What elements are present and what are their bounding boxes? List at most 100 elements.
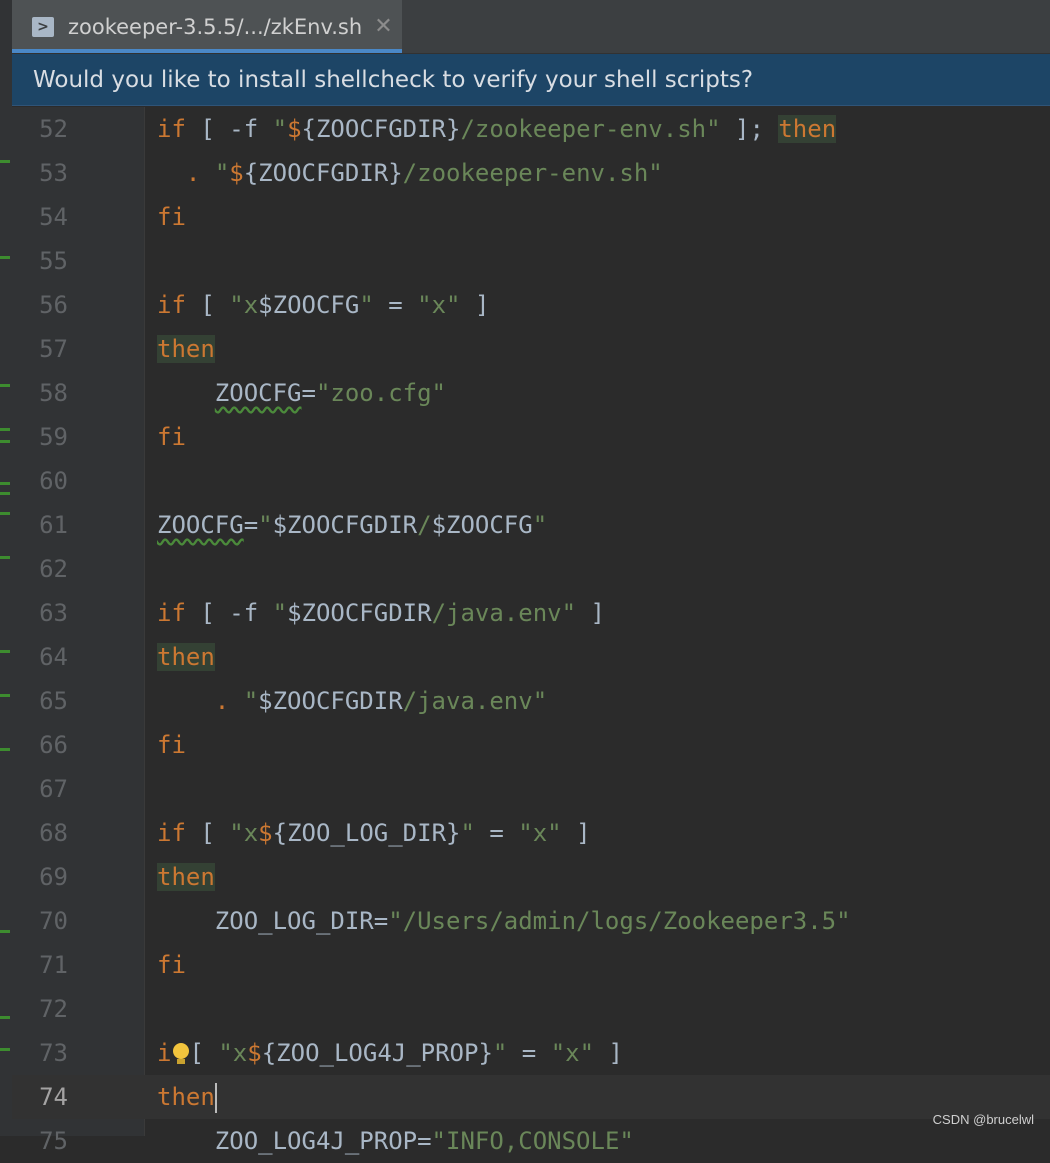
line-number: 64 (39, 643, 68, 671)
code-token: {ZOOCFGDIR} (301, 115, 461, 143)
code-line[interactable]: 52 if [ -f "${ZOOCFGDIR}/zookeeper-env.sh… (12, 107, 1050, 151)
code-token: " (492, 1039, 508, 1067)
code-token: if (157, 819, 186, 847)
banner-message[interactable]: Would you like to install shellcheck to … (33, 67, 753, 93)
code-token: i (157, 1039, 172, 1067)
code-line[interactable]: 63 if [ -f "$ZOOCFGDIR/java.env" ] (12, 591, 1050, 635)
code-token: " (214, 159, 230, 187)
code-token: "INFO,CONSOLE" (431, 1127, 634, 1155)
code-token: " (460, 819, 475, 847)
code-line[interactable]: 69 then (12, 855, 1050, 899)
code-token: /java.env" (431, 599, 577, 627)
code-line[interactable]: 73 i [ "x${ZOO_LOG4J_PROP}" = "x" ] (12, 1031, 1050, 1075)
code-token: " (258, 511, 273, 539)
code-token: [ -f (185, 115, 273, 143)
code-token: / (417, 511, 432, 539)
change-marker (0, 556, 10, 559)
code-text: if [ -f "$ZOOCFGDIR/java.env" ] (157, 591, 605, 635)
code-line[interactable]: 75 ZOO_LOG4J_PROP="INFO,CONSOLE" (12, 1119, 1050, 1163)
code-token: {ZOO_LOG_DIR} (272, 819, 461, 847)
line-number: 55 (39, 247, 68, 275)
code-token: $ (287, 115, 302, 143)
code-line[interactable]: 55 (12, 239, 1050, 283)
close-icon[interactable]: ✕ (374, 14, 392, 39)
code-line[interactable]: 54 fi (12, 195, 1050, 239)
code-token: = (301, 379, 316, 407)
code-token: " (272, 115, 288, 143)
change-marker (0, 1016, 10, 1019)
code-token: " (532, 511, 548, 539)
code-line[interactable]: 60 (12, 459, 1050, 503)
code-text: ZOOCFG="$ZOOCFGDIR/$ZOOCFG" (157, 503, 547, 547)
code-line[interactable]: 62 (12, 547, 1050, 591)
code-token: = (243, 511, 259, 539)
change-marker (0, 748, 10, 751)
code-token: [ (185, 819, 230, 847)
code-line[interactable]: 66 fi (12, 723, 1050, 767)
text-cursor (214, 1083, 217, 1113)
code-token: then (157, 863, 215, 891)
code-token: then (778, 115, 837, 143)
code-token: ] (576, 599, 605, 627)
code-token: $ZOOCFG (258, 291, 360, 319)
code-token: fi (157, 203, 186, 231)
code-editor[interactable]: 52 if [ -f "${ZOOCFGDIR}/zookeeper-env.sh… (12, 107, 1050, 1155)
lightbulb-icon[interactable] (171, 1043, 190, 1065)
code-token: $ZOOCFG (431, 511, 533, 539)
code-token: ] (594, 1039, 623, 1067)
code-token: [ -f (185, 599, 273, 627)
code-line[interactable]: 67 (12, 767, 1050, 811)
code-line[interactable]: 72 (12, 987, 1050, 1031)
code-token: " (359, 291, 374, 319)
change-marker (0, 492, 10, 495)
code-token: "zoo.cfg" (315, 379, 446, 407)
code-token: if (157, 599, 186, 627)
code-line[interactable]: 58 ZOOCFG="zoo.cfg" (12, 371, 1050, 415)
code-text: then (157, 1075, 217, 1119)
change-marker (0, 160, 10, 163)
code-token: "x" (518, 819, 562, 847)
code-line[interactable]: 57 then (12, 327, 1050, 371)
line-number: 73 (39, 1039, 68, 1067)
code-token: " (243, 687, 259, 715)
line-number: 68 (39, 819, 68, 847)
change-marker (0, 440, 10, 443)
code-text: then (157, 635, 215, 679)
code-token: [ (189, 1039, 219, 1067)
code-line[interactable]: 59 fi (12, 415, 1050, 459)
code-token: /java.env" (402, 687, 548, 715)
code-line[interactable]: 74 then (12, 1075, 1050, 1119)
code-token: {ZOO_LOG4J_PROP} (261, 1039, 493, 1067)
code-text: if [ -f "${ZOOCFGDIR}/zookeeper-env.sh" … (157, 107, 837, 151)
code-token: if (157, 291, 186, 319)
code-line[interactable]: 65 . "$ZOOCFGDIR/java.env" (12, 679, 1050, 723)
shell-script-icon: > (32, 16, 54, 37)
code-line[interactable]: 70 ZOO_LOG_DIR="/Users/admin/logs/Zookee… (12, 899, 1050, 943)
line-number: 57 (39, 335, 68, 363)
code-token: $ZOOCFGDIR (287, 599, 432, 627)
code-text: fi (157, 195, 186, 239)
line-number: 62 (39, 555, 68, 583)
line-number: 74 (39, 1083, 68, 1111)
code-token: [ (185, 291, 230, 319)
code-token: "/Users/admin/logs/Zookeeper3.5" (388, 907, 851, 935)
code-line[interactable]: 53 . "${ZOOCFGDIR}/zookeeper-env.sh" (12, 151, 1050, 195)
code-line[interactable]: 61 ZOOCFG="$ZOOCFGDIR/$ZOOCFG" (12, 503, 1050, 547)
code-token: $ (229, 159, 244, 187)
line-number: 69 (39, 863, 68, 891)
code-text: . "${ZOOCFGDIR}/zookeeper-env.sh" (157, 151, 663, 195)
line-number: 75 (39, 1127, 68, 1155)
code-text: then (157, 855, 215, 899)
code-text: ZOO_LOG_DIR="/Users/admin/logs/Zookeeper… (157, 899, 851, 943)
code-line[interactable]: 71 fi (12, 943, 1050, 987)
code-line[interactable]: 56 if [ "x$ZOOCFG" = "x" ] (12, 283, 1050, 327)
line-number: 58 (39, 379, 68, 407)
code-line[interactable]: 68 if [ "x${ZOO_LOG_DIR}" = "x" ] (12, 811, 1050, 855)
code-line[interactable]: 64 then (12, 635, 1050, 679)
line-number: 71 (39, 951, 68, 979)
code-token: $ZOOCFGDIR (258, 687, 403, 715)
tab-zkenv-sh[interactable]: > zookeeper-3.5.5/.../zkEnv.sh ✕ (12, 0, 402, 53)
code-token: = (474, 819, 519, 847)
